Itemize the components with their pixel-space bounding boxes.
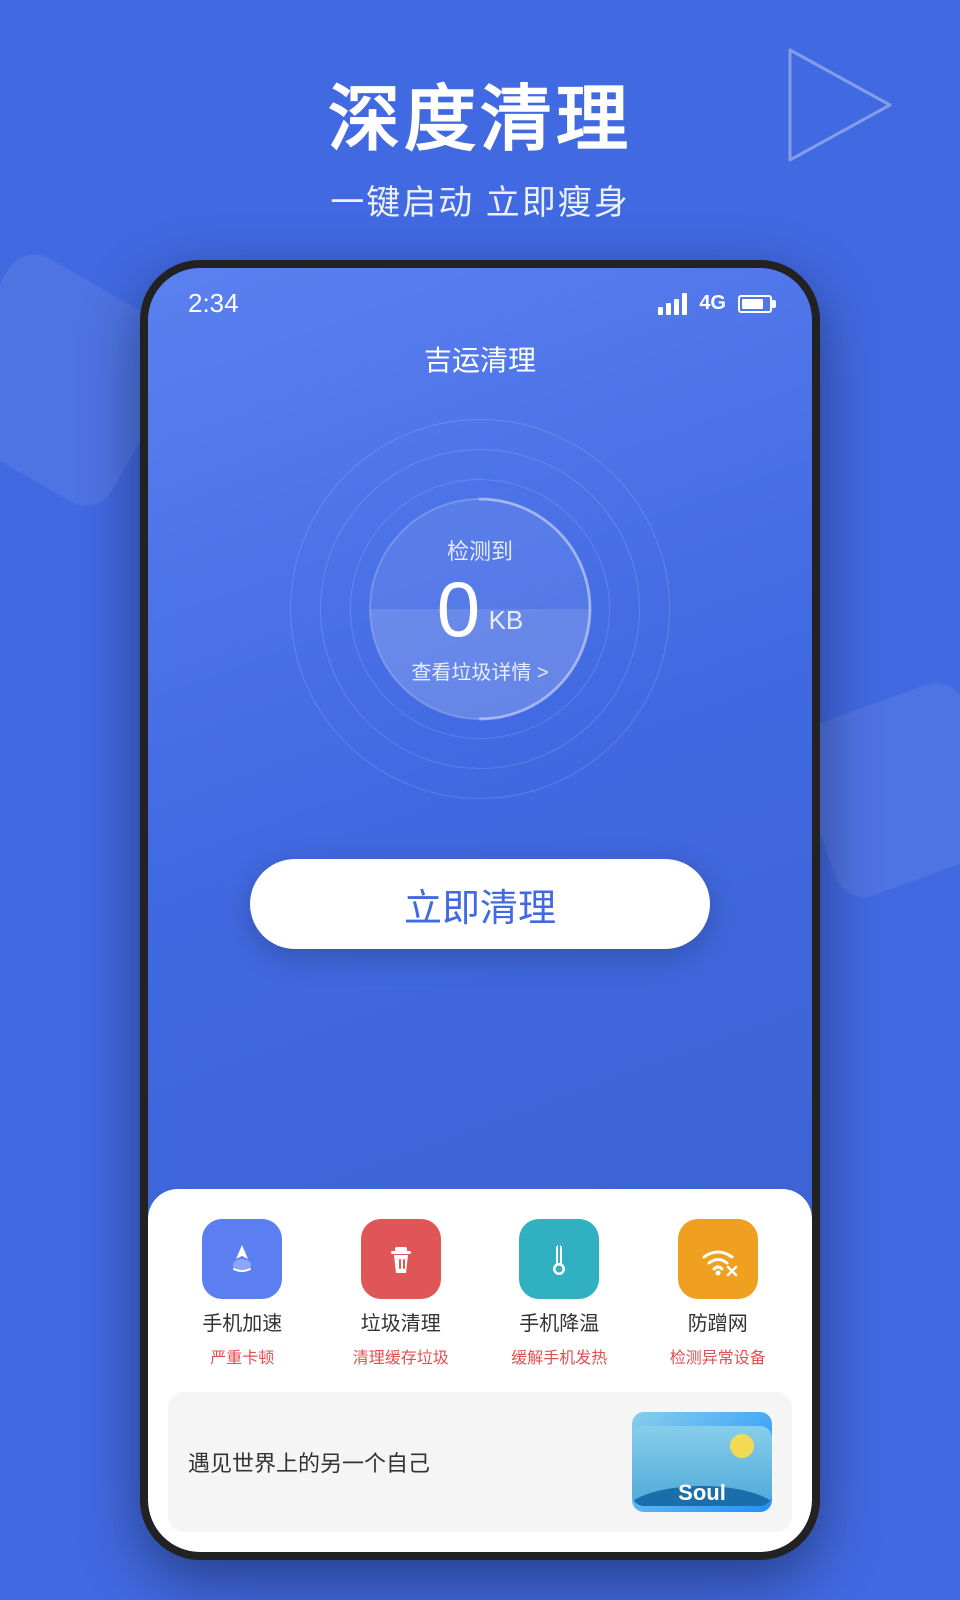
gauge-label: 检测到 [411, 534, 548, 566]
gauge-value: 0 [437, 570, 480, 648]
feature-item-wifi[interactable]: 防蹭网 检测异常设备 [644, 1219, 793, 1368]
gauge-area: 检测到 0 KB 查看垃圾详情 > [148, 419, 812, 799]
network-type: 4G [699, 292, 726, 315]
phone-inner: 2:34 4G 吉运清理 [148, 268, 812, 1552]
feature-grid: 手机加速 严重卡顿 垃圾清理 清理缓存垃圾 [168, 1219, 792, 1368]
status-time: 2:34 [188, 288, 239, 319]
ad-text: 遇见世界上的另一个自己 [188, 1446, 616, 1478]
feature-icon-cool [519, 1219, 599, 1299]
clean-button[interactable]: 立即清理 [250, 859, 710, 949]
gauge-center: 检测到 0 KB 查看垃圾详情 > [411, 534, 548, 685]
gauge-unit: KB [489, 605, 524, 635]
feature-item-cool[interactable]: 手机降温 缓解手机发热 [485, 1219, 634, 1368]
feature-section: 手机加速 严重卡顿 垃圾清理 清理缓存垃圾 [148, 1189, 812, 1552]
gauge-detail[interactable]: 查看垃圾详情 > [411, 656, 548, 685]
header: 深度清理 一键启动 立即瘦身 [0, 60, 960, 224]
feature-name-wifi: 防蹭网 [688, 1307, 748, 1336]
feature-icon-wifi [678, 1219, 758, 1299]
header-subtitle: 一键启动 立即瘦身 [0, 175, 960, 224]
feature-icon-accelerate [202, 1219, 282, 1299]
feature-item-accelerate[interactable]: 手机加速 严重卡顿 [168, 1219, 317, 1368]
header-title: 深度清理 [0, 60, 960, 165]
clean-btn-area: 立即清理 [148, 859, 812, 949]
ad-image: Soul [632, 1412, 772, 1512]
battery-icon [738, 295, 772, 313]
signal-icon [658, 293, 687, 315]
app-title: 吉运清理 [148, 329, 812, 399]
feature-desc-cool: 缓解手机发热 [511, 1344, 607, 1368]
feature-desc-wifi: 检测异常设备 [670, 1344, 766, 1368]
feature-name-cool: 手机降温 [519, 1307, 599, 1336]
phone-mockup: 2:34 4G 吉运清理 [140, 260, 820, 1560]
feature-desc-accelerate: 严重卡顿 [210, 1344, 274, 1368]
feature-name-accelerate: 手机加速 [202, 1307, 282, 1336]
ad-banner[interactable]: 遇见世界上的另一个自己 Soul [168, 1392, 792, 1532]
feature-item-clean[interactable]: 垃圾清理 清理缓存垃圾 [327, 1219, 476, 1368]
feature-icon-clean [361, 1219, 441, 1299]
status-bar: 2:34 4G [148, 268, 812, 329]
gauge-outer: 检测到 0 KB 查看垃圾详情 > [290, 419, 670, 799]
gauge-value-row: 0 KB [411, 570, 548, 648]
feature-desc-clean: 清理缓存垃圾 [353, 1344, 449, 1368]
feature-name-clean: 垃圾清理 [361, 1307, 441, 1336]
ad-image-label: Soul [678, 1480, 726, 1506]
status-icons: 4G [658, 292, 772, 315]
